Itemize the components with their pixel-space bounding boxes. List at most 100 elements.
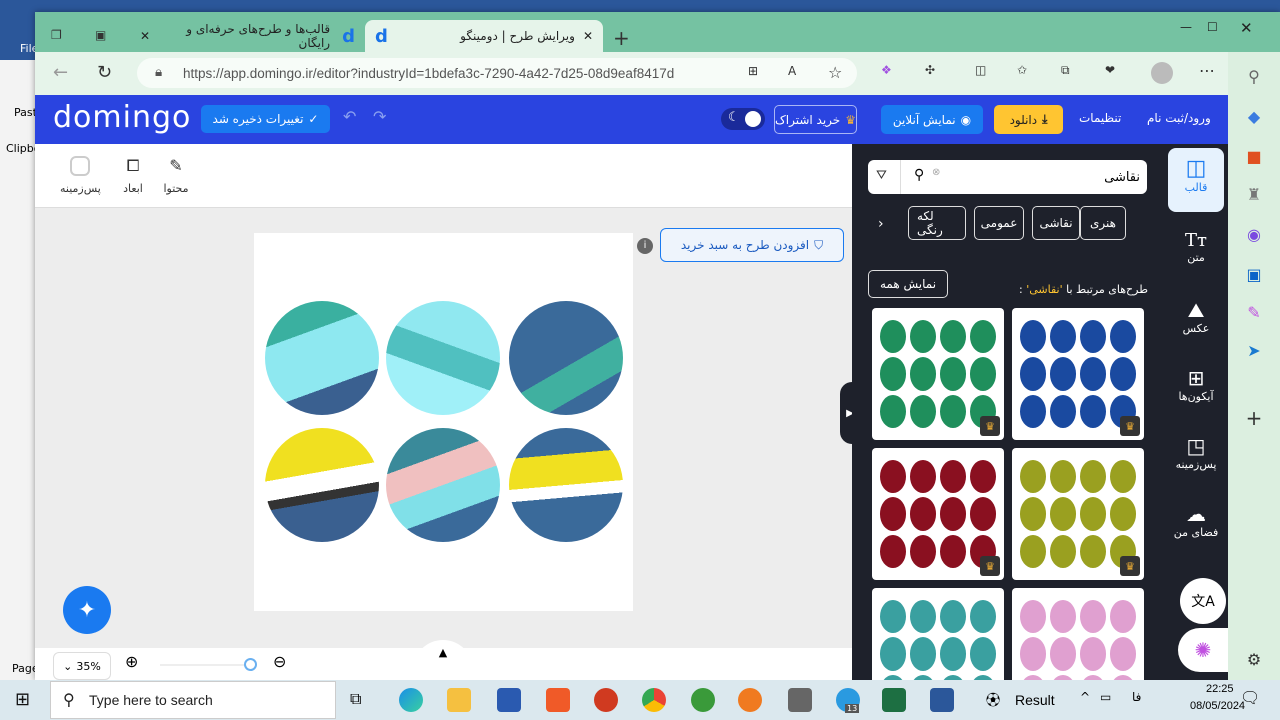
tool-icons[interactable]: ⊞ آیکون‌ها xyxy=(1168,358,1224,422)
redo-icon[interactable]: ↷ xyxy=(373,107,386,126)
download-manager-icon[interactable] xyxy=(691,688,715,712)
zoom-level-dropdown[interactable]: ⌄ 35% xyxy=(53,652,111,680)
app-c-icon[interactable] xyxy=(546,688,570,712)
close-tab-icon[interactable]: ✕ xyxy=(583,29,593,43)
magic-wand-button[interactable]: ✦ xyxy=(63,586,111,634)
profile-avatar[interactable] xyxy=(1151,62,1173,84)
edge-taskbar-icon[interactable] xyxy=(399,688,423,712)
search-input[interactable] xyxy=(958,164,1140,190)
designer-icon[interactable]: ✎ xyxy=(1242,300,1266,324)
settings-link[interactable]: تنظیمات xyxy=(1079,111,1121,125)
outlook-icon[interactable]: ▣ xyxy=(1242,262,1266,286)
task-view-icon[interactable]: ⧉ xyxy=(350,689,361,709)
firefox-icon[interactable] xyxy=(738,688,762,712)
collections-icon[interactable]: ❐ xyxy=(51,28,62,42)
search-icon[interactable]: ⚲ xyxy=(914,167,924,183)
add-icon[interactable]: + xyxy=(1242,406,1266,430)
close-tab-icon[interactable]: ✕ xyxy=(140,29,150,43)
tool-text[interactable]: Tт متن xyxy=(1168,222,1224,286)
new-tab-icon[interactable]: + xyxy=(613,26,630,50)
clock-time[interactable]: 22:25 xyxy=(1206,683,1234,695)
language-indicator[interactable]: فا xyxy=(1132,690,1141,704)
show-hidden-icons[interactable]: ^ xyxy=(1080,690,1090,704)
app-available-icon[interactable]: ⊞ xyxy=(748,64,758,78)
weather-widget[interactable]: Result xyxy=(1015,692,1055,708)
clear-search-icon[interactable]: ⊗ xyxy=(932,167,940,178)
template-thumbnail[interactable]: ♛ xyxy=(872,448,1004,580)
design-circle[interactable] xyxy=(386,301,500,415)
template-thumbnail[interactable]: ♛ xyxy=(1012,308,1144,440)
template-thumbnail[interactable]: ♛ xyxy=(1012,448,1144,580)
login-link[interactable]: ورود/ثبت نام xyxy=(1147,111,1211,125)
telegram-icon[interactable]: ➤ xyxy=(1242,338,1266,362)
file-explorer-icon[interactable] xyxy=(447,688,471,712)
notifications-icon[interactable]: 🗨︎ xyxy=(1240,688,1260,707)
word-icon[interactable] xyxy=(930,688,954,712)
design-canvas[interactable] xyxy=(254,233,633,611)
split-screen-icon[interactable]: ◫ xyxy=(975,63,986,77)
windows-start-icon[interactable]: ⊞ xyxy=(15,689,30,710)
background-tool[interactable]: پس‌زمینه xyxy=(60,156,101,195)
download-button[interactable]: ⤓ دانلود xyxy=(994,105,1063,134)
tool-background[interactable]: ◳ پس‌زمینه xyxy=(1168,426,1224,490)
refresh-icon[interactable]: ↻ xyxy=(97,62,112,83)
champions-league-icon[interactable]: ⚽︎ xyxy=(986,690,1000,710)
clock-date[interactable]: 08/05/2024 xyxy=(1190,700,1245,712)
battery-icon[interactable]: ▭ xyxy=(1100,690,1111,704)
shopping-tag-icon[interactable]: ◆ xyxy=(1242,104,1266,128)
show-all-button[interactable]: نمایش همه xyxy=(868,270,948,298)
content-tool[interactable]: ✎ محتوا xyxy=(156,156,196,195)
info-icon[interactable]: i xyxy=(637,238,653,254)
collections-icon[interactable]: ⧉ xyxy=(1061,63,1070,78)
domingo-logo[interactable]: domingo xyxy=(53,100,191,135)
chips-next-icon[interactable]: › xyxy=(878,216,884,232)
vertical-tabs-icon[interactable]: ▣ xyxy=(95,28,106,42)
design-circle[interactable] xyxy=(509,428,623,542)
psiphon-icon[interactable] xyxy=(594,688,618,712)
settings-gear-icon[interactable]: ⚙ xyxy=(1242,647,1266,671)
favorite-star-icon[interactable]: ☆ xyxy=(828,63,842,82)
filter-icon[interactable]: ⛛ xyxy=(876,168,887,183)
translate-button[interactable]: 文A xyxy=(1180,578,1226,624)
zoom-out-icon[interactable]: ⊖ xyxy=(273,652,286,671)
design-circle[interactable] xyxy=(265,301,379,415)
store-icon[interactable] xyxy=(497,688,521,712)
minimize-icon[interactable]: — xyxy=(1180,20,1192,34)
zoom-slider-handle[interactable] xyxy=(244,658,257,671)
tools-icon[interactable]: ■ xyxy=(1242,144,1266,168)
tab-editor[interactable]: d ویرایش طرح | دومینگو ✕ xyxy=(365,20,603,52)
back-icon[interactable]: ← xyxy=(53,62,68,83)
add-to-cart-button[interactable]: ⛉ افزودن طرح به سبد خرید xyxy=(660,228,844,262)
chip-honari[interactable]: هنری xyxy=(1080,206,1126,240)
ai-assistant-button[interactable]: ✺ xyxy=(1178,628,1228,672)
tool-templates[interactable]: ◫ قالب xyxy=(1168,148,1224,212)
tab-templates[interactable]: d قالب‌ها و طرح‌های حرفه‌ای و رایگان ✕ xyxy=(130,20,365,52)
expand-pages-button[interactable]: ▲ xyxy=(413,640,473,680)
copilot-extension-icon[interactable]: ❖ xyxy=(881,63,892,77)
taskbar-search[interactable]: ⚲ Type here to search xyxy=(50,681,336,719)
chip-lake-rangi[interactable]: لکه رنگی xyxy=(908,206,966,240)
saved-status-button[interactable]: ✓ تغییرات ذخیره شد xyxy=(201,105,330,133)
more-menu-icon[interactable]: ⋯ xyxy=(1199,61,1215,80)
buy-subscription-button[interactable]: ♛ خرید اشتراک xyxy=(774,105,857,134)
maximize-icon[interactable]: ☐ xyxy=(1207,20,1218,34)
design-circle[interactable] xyxy=(386,428,500,542)
read-aloud-icon[interactable]: A xyxy=(788,64,796,78)
tool-photo[interactable]: ⛰ عکس xyxy=(1168,290,1224,354)
search-icon[interactable]: ⚲ xyxy=(1242,64,1266,88)
online-preview-button[interactable]: ◉ نمایش آنلاین xyxy=(881,105,983,134)
design-circle[interactable] xyxy=(509,301,623,415)
undo-icon[interactable]: ↶ xyxy=(343,107,356,126)
zoom-slider[interactable] xyxy=(160,658,257,671)
extensions-icon[interactable]: ✣ xyxy=(925,63,935,77)
microsoft365-icon[interactable]: ◉ xyxy=(1242,222,1266,246)
excel-icon[interactable] xyxy=(882,688,906,712)
close-window-icon[interactable]: ✕ xyxy=(1240,19,1253,37)
favorites-icon[interactable]: ✩ xyxy=(1017,63,1027,77)
dark-mode-toggle[interactable]: ☾ xyxy=(721,108,765,130)
tool-my-space[interactable]: ☁ فضای من xyxy=(1168,494,1224,558)
chrome-icon[interactable] xyxy=(642,688,666,712)
app-green-icon[interactable] xyxy=(788,688,812,712)
lock-icon[interactable]: 🔒︎ xyxy=(155,64,162,80)
chip-omoomi[interactable]: عمومی xyxy=(974,206,1024,240)
